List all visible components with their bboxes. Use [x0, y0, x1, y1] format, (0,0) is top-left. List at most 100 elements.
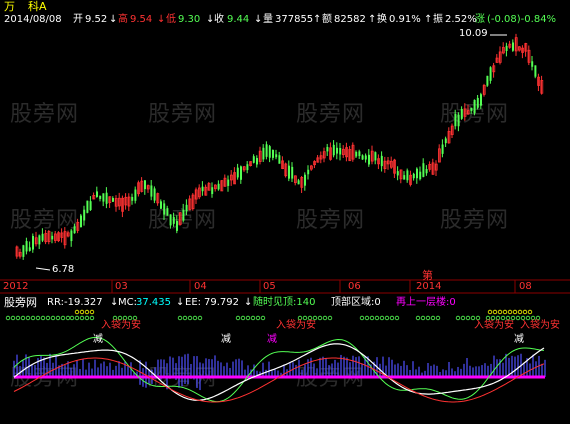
candle-down: [275, 154, 278, 158]
signal-dot: [245, 315, 251, 321]
time-axis-label: 04: [194, 281, 207, 292]
signal-dot: [20, 315, 26, 321]
candle-down: [150, 185, 153, 197]
candle-down: [41, 233, 44, 241]
signal-dot: [415, 315, 421, 321]
up-arrow-icon: ↑: [424, 14, 433, 25]
signal-dot: [55, 315, 61, 321]
candle-down: [227, 179, 230, 186]
candle-down: [412, 173, 415, 179]
rr-label: RR:: [47, 297, 64, 308]
signal-dot: [74, 315, 80, 321]
stock-name: 科A: [28, 0, 47, 13]
candle-down: [102, 193, 105, 202]
candle-down: [336, 147, 338, 154]
signal-dot: [430, 315, 436, 321]
buy-signal-label: 入袋为安: [276, 320, 316, 331]
candle-down: [304, 174, 306, 186]
candle-down: [86, 200, 89, 213]
candle-down: [22, 245, 25, 257]
signal-dot: [50, 315, 56, 321]
signal-dot: [465, 315, 471, 321]
signal-dot: [359, 315, 365, 321]
candle-down: [265, 144, 268, 157]
candle-down: [470, 107, 473, 112]
candle-down: [246, 164, 249, 171]
candle-down: [172, 217, 175, 224]
buy-signal-label: 入袋为安: [474, 320, 514, 331]
mc-label: MC:: [118, 297, 137, 308]
signal-dot: [235, 315, 241, 321]
signal-dot: [10, 315, 16, 321]
candle-down: [272, 149, 274, 158]
turnover-label: 换: [377, 14, 387, 25]
candle-down: [70, 230, 73, 242]
signal-dot: [389, 315, 395, 321]
candle-down: [368, 154, 370, 165]
close-value: 9.44: [227, 14, 250, 25]
turnover-value: 0.91%: [389, 14, 421, 25]
low-price-marker: 6.78: [52, 264, 75, 275]
signal-dot: [45, 315, 51, 321]
signal-dot: [40, 315, 46, 321]
down-arrow-icon: ↓: [176, 297, 185, 308]
candle-down: [211, 187, 214, 195]
amplitude-value: 2.52%: [445, 14, 477, 25]
mc-value: 37.435: [136, 297, 171, 308]
signal-dot: [89, 309, 95, 315]
amount-label: 额: [322, 14, 332, 25]
signal-dot: [192, 315, 198, 321]
signal-dot: [512, 309, 518, 315]
candle-down: [403, 175, 406, 180]
candle-down: [489, 67, 492, 81]
reduce-signal-label: 减: [221, 334, 231, 345]
candle-down: [460, 108, 463, 119]
ee-value: 79.792: [204, 297, 239, 308]
close-label: 收: [214, 14, 224, 25]
candle-down: [25, 241, 28, 252]
candle-down: [166, 208, 169, 216]
up-arrow-icon: ↑: [313, 14, 322, 25]
signal-dot: [369, 315, 375, 321]
signal-dot: [487, 309, 493, 315]
signal-dot: [364, 315, 370, 321]
candle-down: [252, 156, 255, 163]
candle-down: [406, 170, 409, 181]
candle-down: [236, 167, 239, 178]
candle-down: [454, 113, 457, 127]
signal-dot: [460, 315, 466, 321]
sell-signal-count: 随时见顶:140: [253, 297, 316, 308]
candle-down: [99, 195, 102, 199]
candle-down: [396, 171, 399, 176]
candle-down: [153, 188, 156, 201]
candle-down: [169, 214, 172, 226]
time-axis-label: 06: [348, 281, 361, 292]
candle-down: [416, 168, 418, 179]
signal-dot: [79, 309, 85, 315]
candle-down: [240, 166, 242, 180]
candle-down: [163, 203, 166, 215]
candle-down: [28, 247, 31, 251]
candle-down: [144, 180, 146, 190]
signal-dot: [394, 315, 400, 321]
candle-down: [89, 201, 92, 211]
candle-down: [32, 235, 34, 250]
signal-dot: [497, 309, 503, 315]
candle-down: [339, 148, 342, 155]
candle-down: [73, 226, 76, 234]
down-arrow-icon: ↓: [109, 14, 118, 25]
signal-dot: [30, 315, 36, 321]
time-axis-label: 2014: [416, 281, 442, 292]
candle-down: [96, 191, 98, 197]
down-arrow-icon: ↓: [157, 14, 166, 25]
candle-down: [112, 198, 114, 202]
signal-dot: [177, 315, 183, 321]
candle-down: [531, 61, 534, 67]
candle-down: [182, 209, 185, 221]
candle-down: [473, 99, 476, 114]
rr-value: -19.327: [64, 297, 103, 308]
kline-chart[interactable]: [0, 0, 570, 424]
top-zone-count: 顶部区域:0: [331, 297, 381, 308]
candle-down: [505, 45, 508, 51]
candle-down: [256, 158, 258, 165]
